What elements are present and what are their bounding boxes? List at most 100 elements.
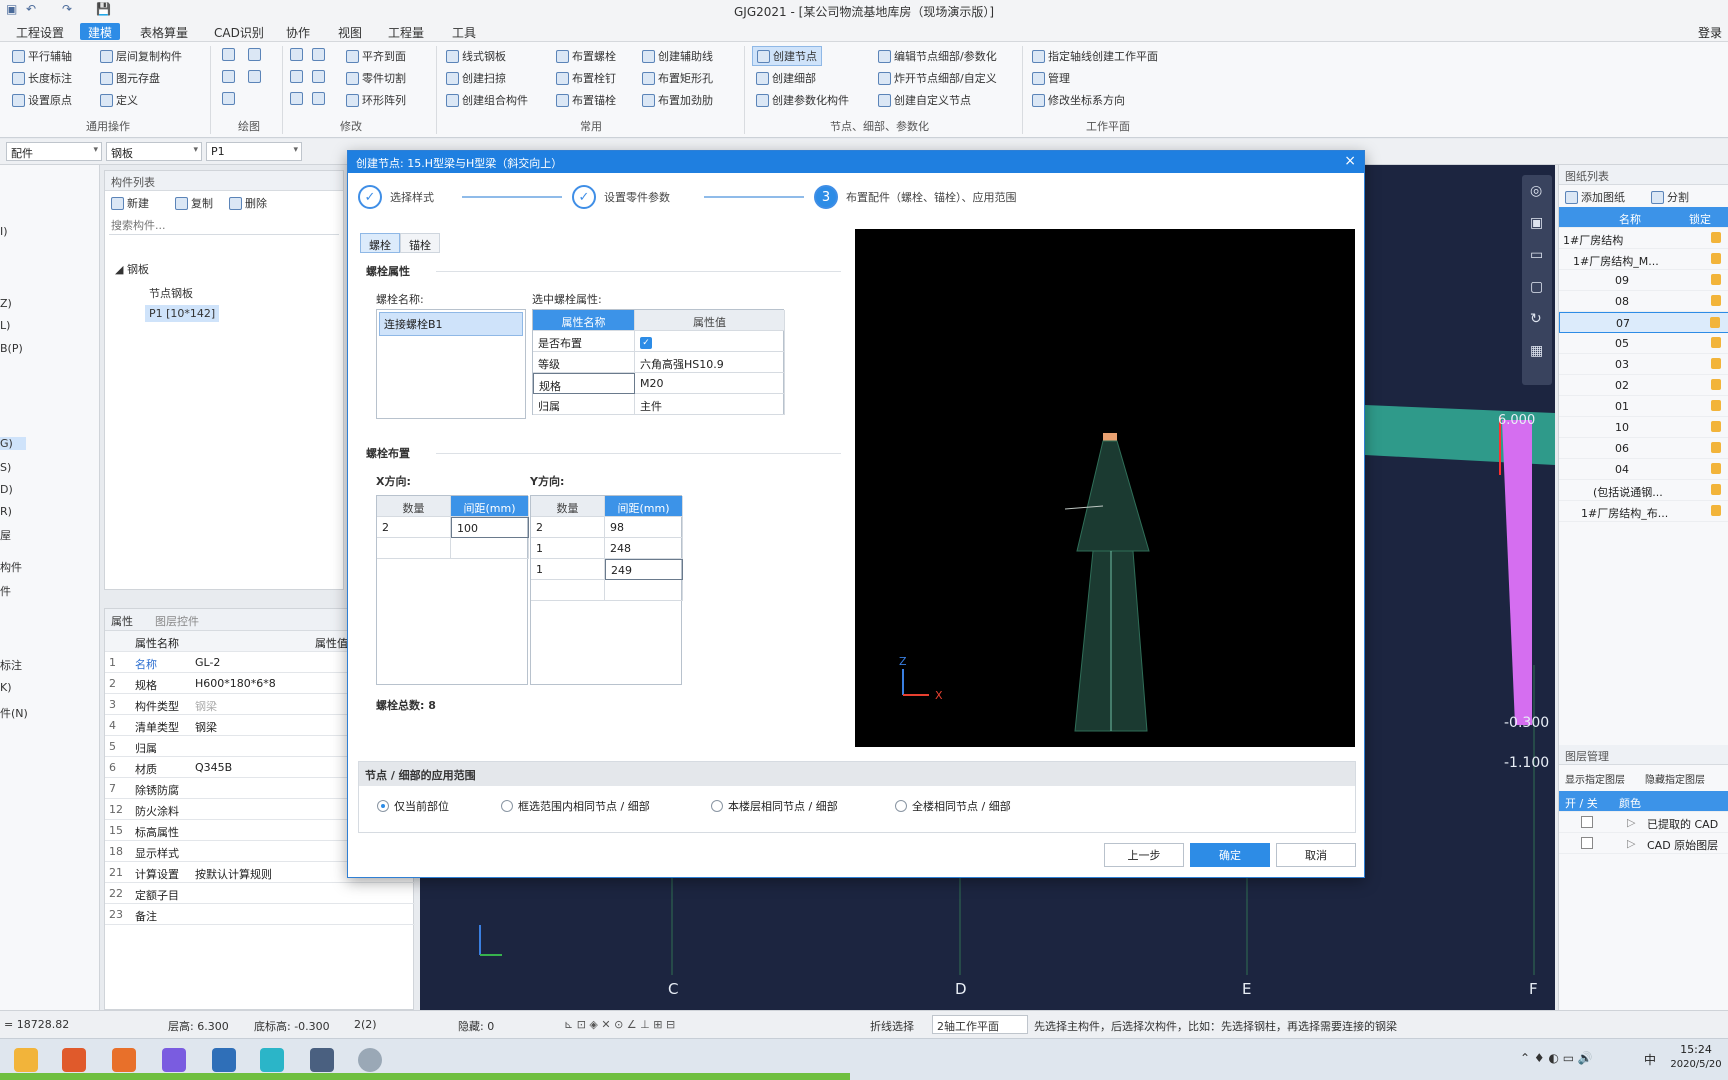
category-select[interactable]: 配件 — [6, 142, 102, 161]
tree-root[interactable]: ◢ 钢板 — [115, 261, 149, 277]
screen-icon[interactable]: ▭ — [1530, 247, 1543, 263]
ime-indicator[interactable]: 中 — [1644, 1051, 1656, 1068]
x-count[interactable]: 2 — [377, 517, 451, 538]
brush-tool-button[interactable] — [290, 48, 303, 61]
rotate-icon[interactable]: ↻ — [1530, 311, 1542, 327]
nav-item[interactable]: 标注 — [0, 657, 22, 673]
prop-value-grade[interactable]: 六角高强HS10.9 — [635, 352, 785, 373]
lock-icon[interactable] — [1711, 442, 1721, 453]
nav-item[interactable]: 构件 — [0, 559, 22, 575]
lock-icon[interactable] — [1710, 317, 1720, 328]
prop-value[interactable]: Q345B — [195, 761, 232, 774]
bolt-list-item[interactable]: 连接螺栓B1 — [379, 312, 523, 336]
tab-tools[interactable]: 工具 — [444, 23, 484, 40]
prev-button[interactable]: 上一步 — [1104, 843, 1184, 867]
nav-item[interactable]: 屋 — [0, 527, 11, 543]
step-3[interactable]: 3 布置配件（螺栓、锚栓）、应用范围 — [814, 185, 1017, 209]
part-cut-button[interactable]: 零件切割 — [346, 70, 406, 86]
drawing-row[interactable]: 01 — [1559, 396, 1728, 417]
expand-icon[interactable]: ▷ — [1627, 816, 1635, 829]
tab-anchor[interactable]: 锚栓 — [400, 233, 440, 253]
component-select[interactable]: P1 — [206, 142, 302, 161]
group-tool-button[interactable] — [290, 70, 303, 83]
place-checkbox[interactable]: ✓ — [635, 331, 785, 352]
add-drawing-button[interactable]: 添加图纸 — [1565, 189, 1625, 205]
drawing-row[interactable]: 03 — [1559, 354, 1728, 375]
nav-item[interactable]: S) — [0, 461, 11, 474]
layer-checkbox[interactable] — [1581, 816, 1593, 828]
show-layers-link[interactable]: 显示指定图层 — [1565, 771, 1625, 786]
lock-icon[interactable] — [1711, 505, 1721, 516]
y-spacing[interactable]: 249 — [605, 559, 683, 580]
lock-icon[interactable] — [1711, 463, 1721, 474]
arc-tool-button[interactable] — [248, 70, 261, 83]
drawing-row[interactable]: 06 — [1559, 438, 1728, 459]
create-aux-line-button[interactable]: 创建辅助线 — [642, 48, 713, 64]
set-origin-button[interactable]: 设置原点 — [12, 92, 72, 108]
save-element-button[interactable]: 图元存盘 — [100, 70, 160, 86]
length-dimension-button[interactable]: 长度标注 — [12, 70, 72, 86]
orbit-icon[interactable]: ◎ — [1530, 183, 1542, 199]
nav-item[interactable]: K) — [0, 681, 12, 694]
y-spacing[interactable]: 98 — [605, 517, 683, 538]
tab-bolt[interactable]: 螺栓 — [360, 233, 400, 253]
tab-cad-recognition[interactable]: CAD识别 — [206, 23, 272, 40]
place-bolt-button[interactable]: 布置螺栓 — [556, 48, 616, 64]
edit-node-button[interactable]: 编辑节点细部/参数化 — [878, 48, 997, 64]
folder-icon[interactable] — [14, 1048, 38, 1072]
y-count[interactable]: 1 — [531, 538, 605, 559]
step-2[interactable]: ✓ 设置零件参数 — [572, 185, 670, 209]
prop-value[interactable]: 钢梁 — [195, 698, 217, 714]
tab-project-settings[interactable]: 工程设置 — [8, 23, 72, 40]
lock-icon[interactable] — [1711, 484, 1721, 495]
tree-item-selected[interactable]: P1 [10*142] — [145, 305, 220, 322]
drawing-row[interactable]: (包括说通钢... — [1559, 480, 1728, 501]
define-button[interactable]: 定义 — [100, 92, 138, 108]
align-to-face-button[interactable]: 平齐到面 — [346, 48, 406, 64]
nav-item[interactable]: Z) — [0, 297, 12, 310]
search-input[interactable] — [109, 217, 339, 235]
close-icon[interactable]: × — [1344, 153, 1356, 169]
prop-row[interactable]: 22 定额子目 — [105, 883, 415, 904]
browser-icon[interactable] — [112, 1048, 136, 1072]
x-spacing[interactable]: 100 — [451, 517, 529, 538]
move-tool-button[interactable] — [290, 92, 303, 105]
snap-tools[interactable]: ⊾ ⊡ ◈ ✕ ⊙ ∠ ⊥ ⊞ ⊟ — [564, 1018, 675, 1031]
nav-item[interactable]: 件 — [0, 583, 11, 599]
mirror-tool-button[interactable] — [312, 70, 325, 83]
app-icon[interactable] — [212, 1048, 236, 1072]
create-param-button[interactable]: 创建参数化构件 — [756, 92, 849, 108]
node-preview[interactable]: Z X — [855, 229, 1355, 747]
media-icon[interactable] — [358, 1048, 382, 1072]
nav-item[interactable]: I) — [0, 225, 8, 238]
calculator-icon[interactable] — [310, 1048, 334, 1072]
drawing-row[interactable]: 04 — [1559, 459, 1728, 480]
tab-modeling[interactable]: 建模 — [80, 23, 121, 40]
y-count[interactable]: 1 — [531, 559, 605, 580]
align-tool-button[interactable] — [312, 92, 325, 105]
axis-workplane-button[interactable]: 指定轴线创建工作平面 — [1032, 48, 1158, 64]
line-plate-button[interactable]: 线式钢板 — [446, 48, 506, 64]
box-icon[interactable]: ▢ — [1530, 279, 1543, 295]
copy-button[interactable]: 复制 — [175, 195, 213, 211]
tree-item[interactable]: 节点钢板 — [149, 285, 193, 301]
layer-checkbox[interactable] — [1581, 837, 1593, 849]
rect-hole-button[interactable]: 布置矩形孔 — [642, 70, 713, 86]
cancel-button[interactable]: 取消 — [1276, 843, 1356, 867]
lock-icon[interactable] — [1711, 358, 1721, 369]
delete-button[interactable]: 删除 — [229, 195, 267, 211]
tab-collaboration[interactable]: 协作 — [278, 23, 318, 40]
x-count-empty[interactable] — [377, 538, 451, 559]
circle-tool-button[interactable] — [248, 48, 261, 61]
tab-quantity[interactable]: 工程量 — [380, 23, 432, 40]
nav-item[interactable]: B(P) — [0, 342, 23, 355]
drawing-row[interactable]: 07 — [1559, 312, 1728, 333]
drawing-row[interactable]: 1#厂房结构_布... — [1559, 501, 1728, 522]
create-detail-button[interactable]: 创建细部 — [756, 70, 816, 86]
split-button[interactable]: 分割 — [1651, 189, 1689, 205]
drawing-row[interactable]: 05 — [1559, 333, 1728, 354]
nav-item[interactable]: L) — [0, 319, 10, 332]
prop-value[interactable]: GL-2 — [195, 656, 220, 669]
workplane-select[interactable]: 2轴工作平面 — [932, 1015, 1028, 1034]
prop-value-spec[interactable]: M20 — [635, 373, 785, 394]
